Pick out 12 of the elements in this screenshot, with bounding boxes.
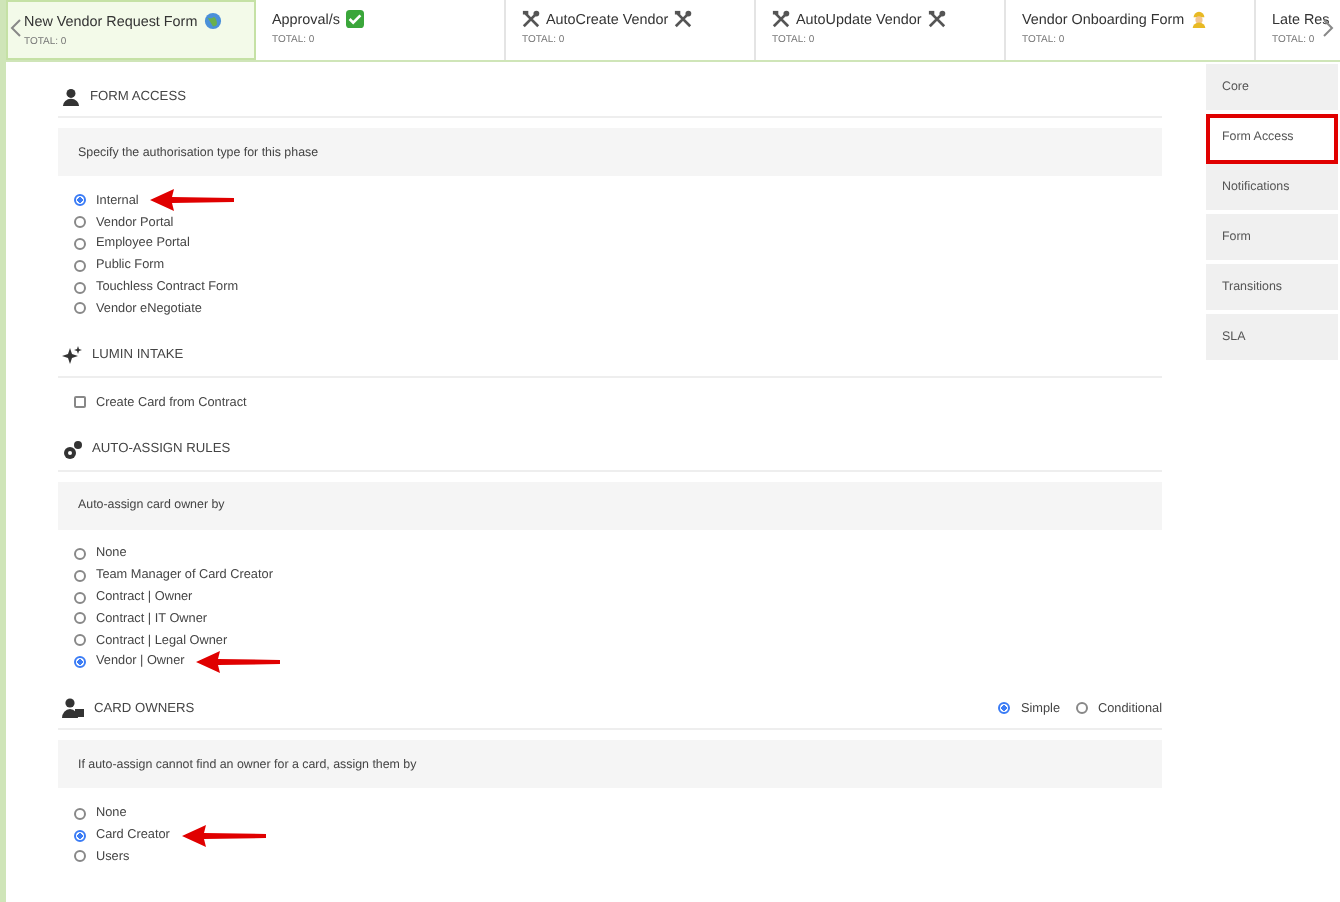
tools-icon	[522, 10, 540, 28]
check-icon	[345, 10, 364, 28]
gears-icon	[62, 439, 82, 460]
scroll-left-icon[interactable]	[10, 18, 22, 42]
tools-icon	[927, 10, 946, 28]
globe-icon	[203, 12, 222, 30]
users-icon	[62, 698, 84, 719]
tools-icon	[772, 10, 790, 28]
worker-icon	[1190, 10, 1209, 28]
sparkle-icon	[62, 345, 82, 366]
user-icon	[62, 87, 80, 105]
tools-icon	[674, 10, 693, 28]
